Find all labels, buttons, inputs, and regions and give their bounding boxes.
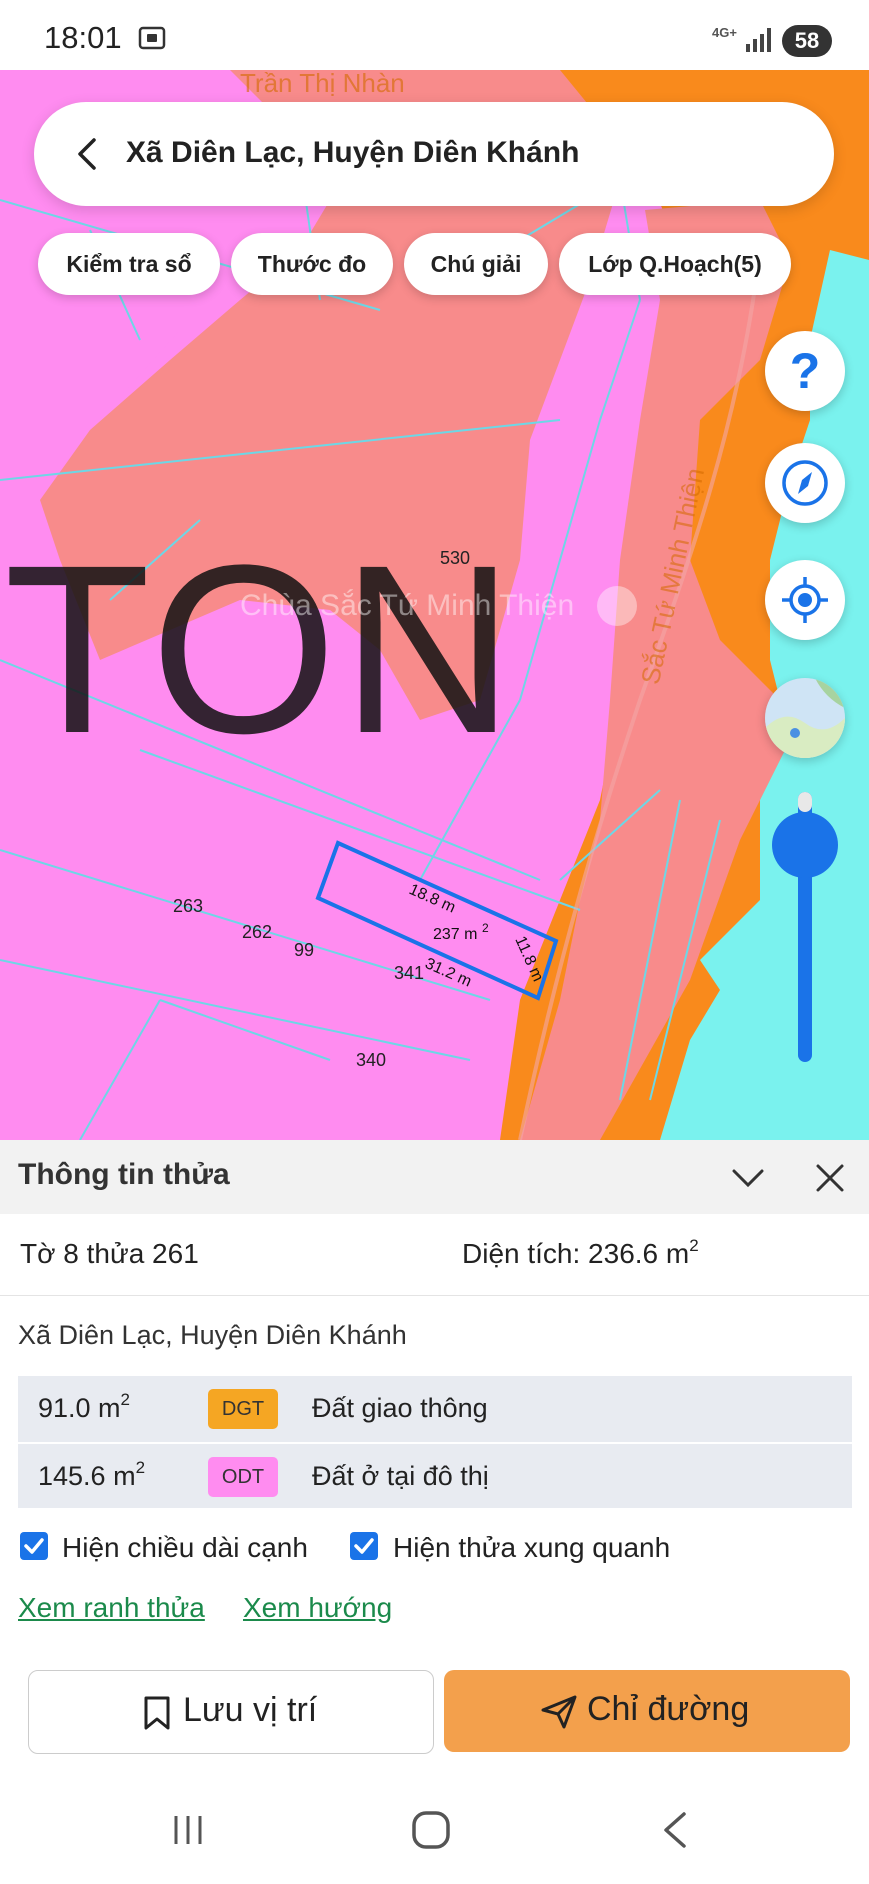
chevron-down-icon[interactable] bbox=[730, 1160, 766, 1196]
zoom-slider-top bbox=[798, 792, 812, 812]
parcel-info-panel: Thông tin thửa Tờ 8 thửa 261 Diện tích: … bbox=[0, 1140, 869, 1884]
parcel-area-label: 237 m bbox=[433, 926, 477, 943]
status-time: 18:01 bbox=[44, 20, 122, 55]
land-use-area: 145.6 m2 bbox=[38, 1458, 146, 1492]
land-use-row: 145.6 m2 ODT Đất ở tại đô thị bbox=[18, 1442, 852, 1510]
parcel-label: 340 bbox=[356, 1050, 386, 1070]
parcel-label: 263 bbox=[173, 896, 203, 916]
show-neighbors-checkbox[interactable] bbox=[350, 1532, 378, 1560]
directions-button[interactable]: Chỉ đường bbox=[444, 1670, 850, 1752]
parcel-area: Diện tích: 236.6 m2 bbox=[462, 1236, 699, 1270]
chip-planning-layers[interactable]: Lớp Q.Hoạch(5) bbox=[559, 233, 791, 295]
divider bbox=[0, 1295, 869, 1296]
land-use-code-badge: DGT bbox=[208, 1389, 278, 1429]
back-arrow-icon[interactable] bbox=[64, 130, 112, 178]
land-use-area-unit: 2 bbox=[135, 1458, 146, 1477]
road-label-top: Trần Thị Nhàn bbox=[240, 70, 405, 98]
land-use-area-unit: 2 bbox=[120, 1390, 131, 1409]
parcel-area-unit: 2 bbox=[482, 921, 489, 935]
bookmark-icon bbox=[144, 1696, 170, 1730]
parcel-area-value: Diện tích: 236.6 m bbox=[462, 1238, 690, 1269]
parcel-address: Xã Diên Lạc, Huyện Diên Khánh bbox=[18, 1320, 407, 1350]
chip-ruler[interactable]: Thước đo bbox=[231, 233, 393, 295]
status-bar: 18:01 4G+ 58 bbox=[0, 0, 869, 70]
my-location-button[interactable] bbox=[765, 560, 845, 640]
screen-record-icon bbox=[138, 26, 166, 50]
recent-apps-icon[interactable] bbox=[170, 1812, 206, 1848]
chip-legend[interactable]: Chú giải bbox=[404, 233, 548, 295]
system-nav-bar bbox=[0, 1790, 869, 1870]
network-type: 4G+ bbox=[712, 25, 737, 40]
chip-check-certificate[interactable]: Kiểm tra sổ bbox=[38, 233, 220, 295]
home-icon[interactable] bbox=[411, 1810, 451, 1850]
land-use-table: 91.0 m2 DGT Đất giao thông 145.6 m2 ODT … bbox=[18, 1376, 852, 1508]
panel-title: Thông tin thửa bbox=[18, 1158, 230, 1191]
compass-icon bbox=[782, 460, 828, 506]
directions-label: Chỉ đường bbox=[587, 1690, 750, 1728]
show-neighbors-label[interactable]: Hiện thửa xung quanh bbox=[393, 1532, 670, 1564]
gps-target-icon bbox=[782, 577, 828, 623]
send-arrow-icon bbox=[541, 1695, 577, 1729]
parcel-area-unit: 2 bbox=[689, 1236, 699, 1255]
checkmark-icon bbox=[24, 1538, 44, 1554]
parcel-label: 99 bbox=[294, 940, 314, 960]
parcel-id: Tờ 8 thửa 261 bbox=[20, 1238, 199, 1269]
close-icon[interactable] bbox=[812, 1160, 848, 1196]
parcel-label: 262 bbox=[242, 922, 272, 942]
zoom-slider-handle[interactable] bbox=[772, 812, 838, 878]
land-use-area-value: 91.0 m bbox=[38, 1393, 121, 1423]
land-use-name: Đất ở tại đô thị bbox=[312, 1461, 489, 1491]
poi-label: Chùa Sắc Tứ Minh Thiện bbox=[240, 589, 574, 622]
signal-icon bbox=[746, 28, 771, 52]
show-edge-lengths-checkbox[interactable] bbox=[20, 1532, 48, 1560]
checkmark-icon bbox=[354, 1538, 374, 1554]
map-canvas[interactable]: Trần Thị Nhàn Sắc Tứ Minh Thiện TON Chùa… bbox=[0, 70, 869, 1140]
parcel-label: 530 bbox=[440, 548, 470, 568]
map-view[interactable]: Trần Thị Nhàn Sắc Tứ Minh Thiện TON Chùa… bbox=[0, 70, 869, 1140]
base-map-toggle[interactable] bbox=[765, 678, 845, 758]
land-use-code-badge: ODT bbox=[208, 1457, 278, 1497]
save-location-button[interactable]: Lưu vị trí bbox=[28, 1670, 434, 1754]
poi-icon bbox=[597, 586, 637, 626]
search-location-text[interactable]: Xã Diên Lạc, Huyện Diên Khánh bbox=[126, 136, 579, 170]
parcel-label: 341 bbox=[394, 963, 424, 983]
map-layer-icon bbox=[765, 678, 845, 758]
search-bar[interactable]: Xã Diên Lạc, Huyện Diên Khánh bbox=[34, 102, 834, 206]
compass-button[interactable] bbox=[765, 443, 845, 523]
land-use-row: 91.0 m2 DGT Đất giao thông bbox=[18, 1376, 852, 1442]
land-use-area-value: 145.6 m bbox=[38, 1461, 136, 1491]
view-direction-link[interactable]: Xem hướng bbox=[243, 1592, 392, 1624]
help-icon: ? bbox=[789, 343, 821, 399]
help-button[interactable]: ? bbox=[765, 331, 845, 411]
land-use-area: 91.0 m2 bbox=[38, 1390, 131, 1424]
show-edge-lengths-label[interactable]: Hiện chiều dài cạnh bbox=[62, 1532, 308, 1564]
land-use-name: Đất giao thông bbox=[312, 1393, 488, 1423]
save-location-label: Lưu vị trí bbox=[183, 1691, 318, 1729]
battery-indicator: 58 bbox=[782, 25, 832, 57]
nav-back-icon[interactable] bbox=[660, 1810, 690, 1850]
panel-header: Thông tin thửa bbox=[0, 1140, 869, 1214]
view-boundary-link[interactable]: Xem ranh thửa bbox=[18, 1592, 205, 1624]
